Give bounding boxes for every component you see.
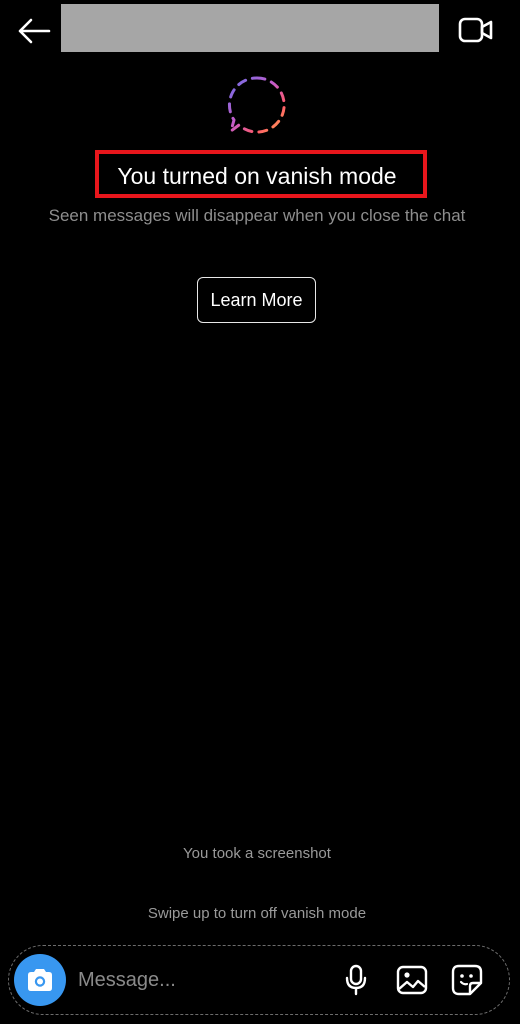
camera-icon <box>28 969 52 991</box>
image-gallery-icon <box>396 965 428 995</box>
learn-more-button[interactable]: Learn More <box>197 277 316 323</box>
vanish-mode-title: You turned on vanish mode <box>117 163 397 189</box>
redacted-username <box>61 4 439 52</box>
camera-button[interactable] <box>14 954 66 1006</box>
microphone-button[interactable] <box>339 962 373 998</box>
microphone-icon <box>345 964 367 996</box>
vanish-mode-description: Seen messages will disappear when you cl… <box>48 206 466 225</box>
swipe-up-hint: Swipe up to turn off vanish mode <box>147 905 367 922</box>
vanish-mode-chat-bubble-icon <box>227 76 286 134</box>
arrow-left-icon <box>18 18 51 44</box>
screenshot-notice: You took a screenshot <box>183 845 331 862</box>
back-button[interactable] <box>14 14 54 48</box>
sticker-button[interactable] <box>450 962 484 998</box>
message-input[interactable] <box>78 962 318 998</box>
video-call-icon <box>458 17 493 43</box>
sticker-icon <box>451 964 483 996</box>
video-call-button[interactable] <box>456 12 496 48</box>
gallery-button[interactable] <box>395 962 429 998</box>
